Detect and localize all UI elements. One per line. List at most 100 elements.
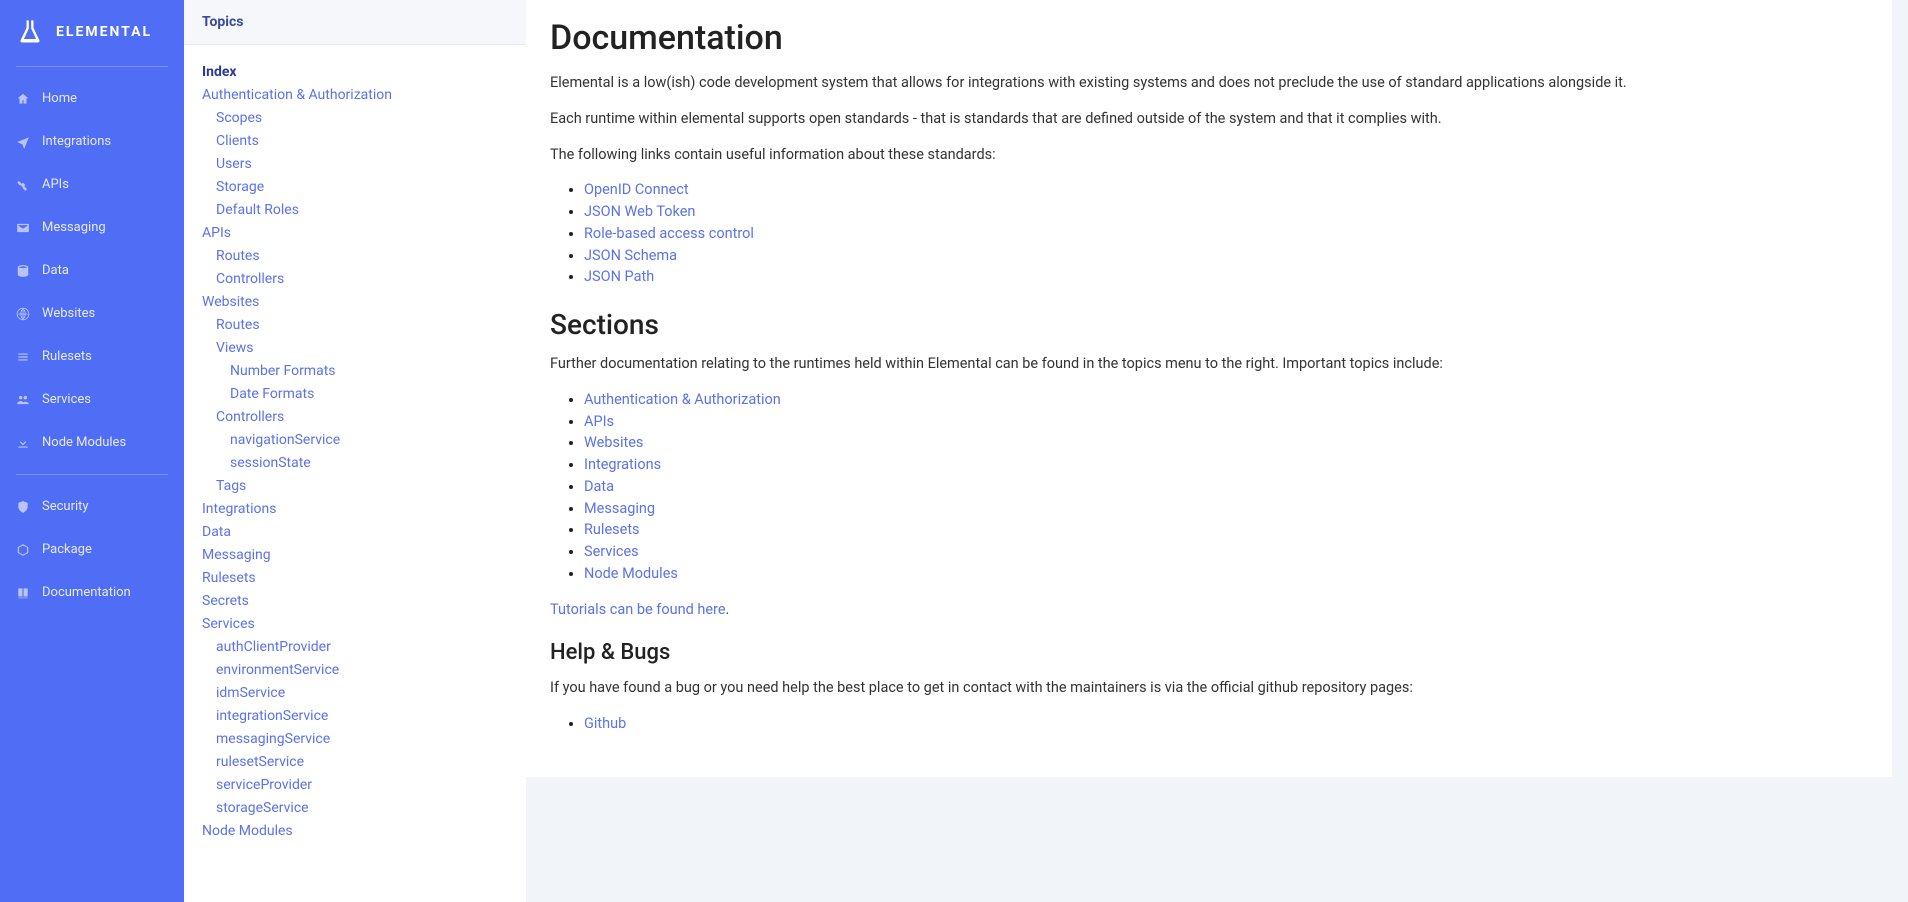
sidebar-item-rulesets[interactable]: Rulesets (0, 335, 184, 378)
sections-text: Further documentation relating to the ru… (550, 353, 1868, 375)
content-link[interactable]: Github (584, 715, 626, 732)
documentation-article: Documentation Elemental is a low(ish) co… (526, 0, 1892, 777)
globe-icon (16, 307, 30, 321)
topic-link[interactable]: Clients (202, 130, 508, 153)
plane-icon (16, 135, 30, 149)
content-link[interactable]: JSON Schema (584, 247, 677, 264)
sidebar-item-label: Websites (42, 306, 95, 321)
sidebar-item-integrations[interactable]: Integrations (0, 120, 184, 163)
content-link[interactable]: Websites (584, 434, 643, 451)
satellite-icon (16, 178, 30, 192)
topic-link[interactable]: authClientProvider (202, 636, 508, 659)
topic-link[interactable]: Services (202, 613, 508, 636)
content-wrap: Documentation Elemental is a low(ish) co… (526, 0, 1908, 902)
list-item: Node Modules (584, 563, 1868, 585)
sidebar-item-package[interactable]: Package (0, 528, 184, 571)
tutorials-link[interactable]: Tutorials can be found here (550, 601, 726, 618)
sidebar-item-messaging[interactable]: Messaging (0, 206, 184, 249)
list-item: Messaging (584, 498, 1868, 520)
content-link[interactable]: Services (584, 543, 639, 560)
help-heading: Help & Bugs (550, 640, 1868, 665)
topic-link[interactable]: environmentService (202, 659, 508, 682)
brand-logo[interactable]: ELEMENTAL (0, 0, 184, 66)
nav-divider (16, 474, 168, 475)
sidebar-item-label: Services (42, 392, 91, 407)
content-link[interactable]: Messaging (584, 500, 655, 517)
tutorials-suffix: . (726, 601, 730, 618)
sidebar-item-documentation[interactable]: Documentation (0, 571, 184, 614)
topic-link[interactable]: Integrations (202, 498, 508, 521)
content-link[interactable]: OpenID Connect (584, 181, 689, 198)
sidebar-item-label: Documentation (42, 585, 131, 600)
topic-link[interactable]: storageService (202, 797, 508, 820)
sidebar-item-label: Security (42, 499, 89, 514)
topic-link[interactable]: Rulesets (202, 567, 508, 590)
topic-link[interactable]: Default Roles (202, 199, 508, 222)
content-link[interactable]: JSON Path (584, 268, 654, 285)
topic-link[interactable]: navigationService (202, 429, 508, 452)
sidebar-item-home[interactable]: Home (0, 77, 184, 120)
topic-link[interactable]: Node Modules (202, 820, 508, 843)
list-item: APIs (584, 411, 1868, 433)
list-item: JSON Web Token (584, 201, 1868, 223)
topic-link[interactable]: Websites (202, 291, 508, 314)
topic-link[interactable]: Scopes (202, 107, 508, 130)
topic-link[interactable]: Date Formats (202, 383, 508, 406)
content-link[interactable]: Integrations (584, 456, 661, 473)
section-links-list: Authentication & Authorization APIs Websit… (550, 389, 1868, 585)
topic-link[interactable]: Number Formats (202, 360, 508, 383)
topics-header: Topics (184, 0, 526, 45)
topics-list: IndexAuthentication & AuthorizationScope… (184, 45, 526, 859)
sidebar-item-label: Data (42, 263, 69, 278)
content-link[interactable]: JSON Web Token (584, 203, 695, 220)
sidebar-item-services[interactable]: Services (0, 378, 184, 421)
topic-link[interactable]: messagingService (202, 728, 508, 751)
sidebar: ELEMENTAL Home Integrations APIsMessaging D… (0, 0, 184, 902)
content-link[interactable]: Rulesets (584, 521, 640, 538)
shield-icon (16, 500, 30, 514)
sidebar-item-node-modules[interactable]: Node Modules (0, 421, 184, 464)
content-link[interactable]: Role-based access control (584, 225, 754, 242)
topic-link[interactable]: Data (202, 521, 508, 544)
sidebar-item-security[interactable]: Security (0, 485, 184, 528)
content-link[interactable]: APIs (584, 413, 614, 430)
list-item: Github (584, 713, 1868, 735)
topic-link[interactable]: Tags (202, 475, 508, 498)
topics-panel: Topics IndexAuthentication & Authorizati… (184, 0, 526, 902)
download-icon (16, 436, 30, 450)
topic-link[interactable]: Index (202, 61, 508, 84)
content-link[interactable]: Data (584, 478, 614, 495)
topic-link[interactable]: integrationService (202, 705, 508, 728)
sidebar-item-websites[interactable]: Websites (0, 292, 184, 335)
nav-divider (16, 66, 168, 67)
sections-heading: Sections (550, 308, 1868, 341)
sidebar-item-label: Integrations (42, 134, 111, 149)
topic-link[interactable]: Secrets (202, 590, 508, 613)
topic-link[interactable]: Routes (202, 314, 508, 337)
list-item: Services (584, 541, 1868, 563)
list-item: JSON Schema (584, 245, 1868, 267)
topic-link[interactable]: Routes (202, 245, 508, 268)
topic-link[interactable]: Storage (202, 176, 508, 199)
topic-link[interactable]: APIs (202, 222, 508, 245)
topic-link[interactable]: idmService (202, 682, 508, 705)
help-links-list: Github (550, 713, 1868, 735)
sidebar-item-apis[interactable]: APIs (0, 163, 184, 206)
content-link[interactable]: Authentication & Authorization (584, 391, 781, 408)
topic-link[interactable]: rulesetService (202, 751, 508, 774)
topic-link[interactable]: serviceProvider (202, 774, 508, 797)
topic-link[interactable]: Users (202, 153, 508, 176)
book-icon (16, 586, 30, 600)
topic-link[interactable]: Authentication & Authorization (202, 84, 508, 107)
topic-link[interactable]: Messaging (202, 544, 508, 567)
topic-link[interactable]: Controllers (202, 406, 508, 429)
intro-paragraph-3: The following links contain useful infor… (550, 144, 1868, 166)
content-link[interactable]: Node Modules (584, 565, 678, 582)
sidebar-item-label: Package (42, 542, 92, 557)
topic-link[interactable]: Controllers (202, 268, 508, 291)
sidebar-item-label: Node Modules (42, 435, 126, 450)
topic-link[interactable]: Views (202, 337, 508, 360)
sidebar-item-data[interactable]: Data (0, 249, 184, 292)
topic-link[interactable]: sessionState (202, 452, 508, 475)
sidebar-item-label: Rulesets (42, 349, 92, 364)
